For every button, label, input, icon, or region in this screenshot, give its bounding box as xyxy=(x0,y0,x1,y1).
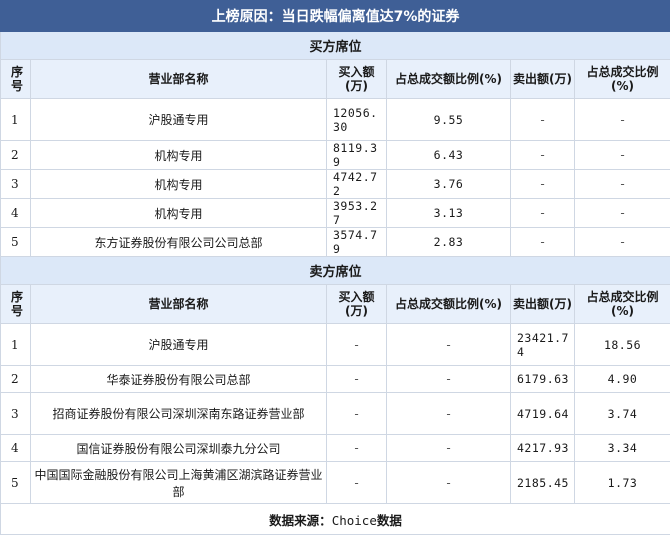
cell-sell-ratio: 1.73 xyxy=(575,462,670,504)
cell-sell-ratio: - xyxy=(575,99,670,141)
col-header-buy-ratio: 占总成交额比例(%) xyxy=(387,285,511,324)
cell-buy-amount: - xyxy=(327,435,387,462)
cell-index: 1 xyxy=(1,324,31,366)
col-header-idx: 序号 xyxy=(1,285,31,324)
source-row: 数据来源：Choice数据 xyxy=(1,504,670,535)
cell-sell-ratio: - xyxy=(575,228,670,257)
col-header-idx: 序号 xyxy=(1,60,31,99)
cell-sell-amount: 23421.74 xyxy=(511,324,575,366)
cell-sell-ratio: 3.34 xyxy=(575,435,670,462)
cell-sell-amount: 4217.93 xyxy=(511,435,575,462)
sell-row: 2华泰证券股份有限公司总部--6179.634.90 xyxy=(1,366,670,393)
cell-buy-ratio: - xyxy=(387,366,511,393)
buy-row: 5东方证券股份有限公司公司总部3574.792.83-- xyxy=(1,228,670,257)
buy-row: 3机构专用4742.723.76-- xyxy=(1,170,670,199)
cell-buy-amount: 12056.30 xyxy=(327,99,387,141)
sell-section-label: 卖方席位 xyxy=(1,257,670,285)
col-header-name: 营业部名称 xyxy=(31,285,327,324)
cell-sell-ratio: - xyxy=(575,199,670,228)
cell-sell-amount: 6179.63 xyxy=(511,366,575,393)
col-header-sell: 卖出额(万) xyxy=(511,60,575,99)
table-title: 上榜原因：当日跌幅偏离值达7%的证券 xyxy=(1,1,670,32)
cell-sell-amount: - xyxy=(511,141,575,170)
cell-buy-ratio: - xyxy=(387,462,511,504)
sell-header-row: 序号 营业部名称 买入额(万) 占总成交额比例(%) 卖出额(万) 占总成交比例… xyxy=(1,285,670,324)
col-header-sell-ratio: 占总成交比例(%) xyxy=(575,60,670,99)
col-header-buy-ratio: 占总成交额比例(%) xyxy=(387,60,511,99)
data-source-note: 数据来源：Choice数据 xyxy=(1,504,670,535)
cell-buy-amount: - xyxy=(327,366,387,393)
sell-section-row: 卖方席位 xyxy=(1,257,670,285)
cell-branch-name: 机构专用 xyxy=(31,141,327,170)
cell-branch-name: 国信证券股份有限公司深圳泰九分公司 xyxy=(31,435,327,462)
cell-buy-amount: 4742.72 xyxy=(327,170,387,199)
col-header-sell: 卖出额(万) xyxy=(511,285,575,324)
source-prefix: 数据来源： xyxy=(269,513,332,528)
cell-sell-amount: 4719.64 xyxy=(511,393,575,435)
col-header-name: 营业部名称 xyxy=(31,60,327,99)
sell-row: 5中国国际金融股份有限公司上海黄浦区湖滨路证券营业部--2185.451.73 xyxy=(1,462,670,504)
cell-index: 3 xyxy=(1,393,31,435)
cell-buy-amount: - xyxy=(327,462,387,504)
sell-row: 1沪股通专用--23421.7418.56 xyxy=(1,324,670,366)
cell-sell-ratio: - xyxy=(575,141,670,170)
cell-sell-ratio: - xyxy=(575,170,670,199)
cell-branch-name: 沪股通专用 xyxy=(31,324,327,366)
source-suffix: 数据 xyxy=(377,513,402,528)
buy-row: 1沪股通专用12056.309.55-- xyxy=(1,99,670,141)
cell-buy-ratio: 2.83 xyxy=(387,228,511,257)
cell-sell-amount: - xyxy=(511,170,575,199)
buy-section-row: 买方席位 xyxy=(1,32,670,60)
dragon-tiger-table: 上榜原因：当日跌幅偏离值达7%的证券 买方席位 序号 营业部名称 买入额(万) … xyxy=(0,0,670,535)
cell-buy-ratio: - xyxy=(387,324,511,366)
cell-buy-ratio: 9.55 xyxy=(387,99,511,141)
table-body: 上榜原因：当日跌幅偏离值达7%的证券 买方席位 序号 营业部名称 买入额(万) … xyxy=(1,1,670,535)
cell-index: 5 xyxy=(1,462,31,504)
cell-buy-ratio: 3.76 xyxy=(387,170,511,199)
cell-branch-name: 机构专用 xyxy=(31,170,327,199)
cell-branch-name: 招商证券股份有限公司深圳深南东路证券营业部 xyxy=(31,393,327,435)
buy-section-label: 买方席位 xyxy=(1,32,670,60)
source-brand: Choice xyxy=(332,513,377,528)
cell-buy-ratio: 3.13 xyxy=(387,199,511,228)
col-header-sell-ratio: 占总成交比例(%) xyxy=(575,285,670,324)
cell-sell-ratio: 4.90 xyxy=(575,366,670,393)
cell-buy-ratio: - xyxy=(387,435,511,462)
cell-index: 5 xyxy=(1,228,31,257)
cell-buy-amount: - xyxy=(327,393,387,435)
cell-sell-ratio: 3.74 xyxy=(575,393,670,435)
cell-buy-ratio: - xyxy=(387,393,511,435)
cell-buy-amount: 3574.79 xyxy=(327,228,387,257)
col-header-buy: 买入额(万) xyxy=(327,60,387,99)
lhb-table-frame: 上榜原因：当日跌幅偏离值达7%的证券 买方席位 序号 营业部名称 买入额(万) … xyxy=(0,0,670,531)
buy-row: 4机构专用3953.273.13-- xyxy=(1,199,670,228)
cell-buy-amount: - xyxy=(327,324,387,366)
cell-buy-amount: 8119.39 xyxy=(327,141,387,170)
buy-row: 2机构专用8119.396.43-- xyxy=(1,141,670,170)
cell-branch-name: 东方证券股份有限公司公司总部 xyxy=(31,228,327,257)
cell-sell-amount: - xyxy=(511,228,575,257)
sell-row: 4国信证券股份有限公司深圳泰九分公司--4217.933.34 xyxy=(1,435,670,462)
cell-index: 4 xyxy=(1,199,31,228)
cell-index: 2 xyxy=(1,366,31,393)
cell-buy-ratio: 6.43 xyxy=(387,141,511,170)
cell-branch-name: 机构专用 xyxy=(31,199,327,228)
cell-buy-amount: 3953.27 xyxy=(327,199,387,228)
cell-sell-amount: - xyxy=(511,99,575,141)
cell-index: 2 xyxy=(1,141,31,170)
cell-branch-name: 沪股通专用 xyxy=(31,99,327,141)
cell-sell-ratio: 18.56 xyxy=(575,324,670,366)
col-header-buy: 买入额(万) xyxy=(327,285,387,324)
cell-sell-amount: 2185.45 xyxy=(511,462,575,504)
cell-index: 1 xyxy=(1,99,31,141)
cell-sell-amount: - xyxy=(511,199,575,228)
cell-branch-name: 中国国际金融股份有限公司上海黄浦区湖滨路证券营业部 xyxy=(31,462,327,504)
buy-header-row: 序号 营业部名称 买入额(万) 占总成交额比例(%) 卖出额(万) 占总成交比例… xyxy=(1,60,670,99)
sell-row: 3招商证券股份有限公司深圳深南东路证券营业部--4719.643.74 xyxy=(1,393,670,435)
cell-index: 4 xyxy=(1,435,31,462)
cell-index: 3 xyxy=(1,170,31,199)
title-row: 上榜原因：当日跌幅偏离值达7%的证券 xyxy=(1,1,670,32)
cell-branch-name: 华泰证券股份有限公司总部 xyxy=(31,366,327,393)
